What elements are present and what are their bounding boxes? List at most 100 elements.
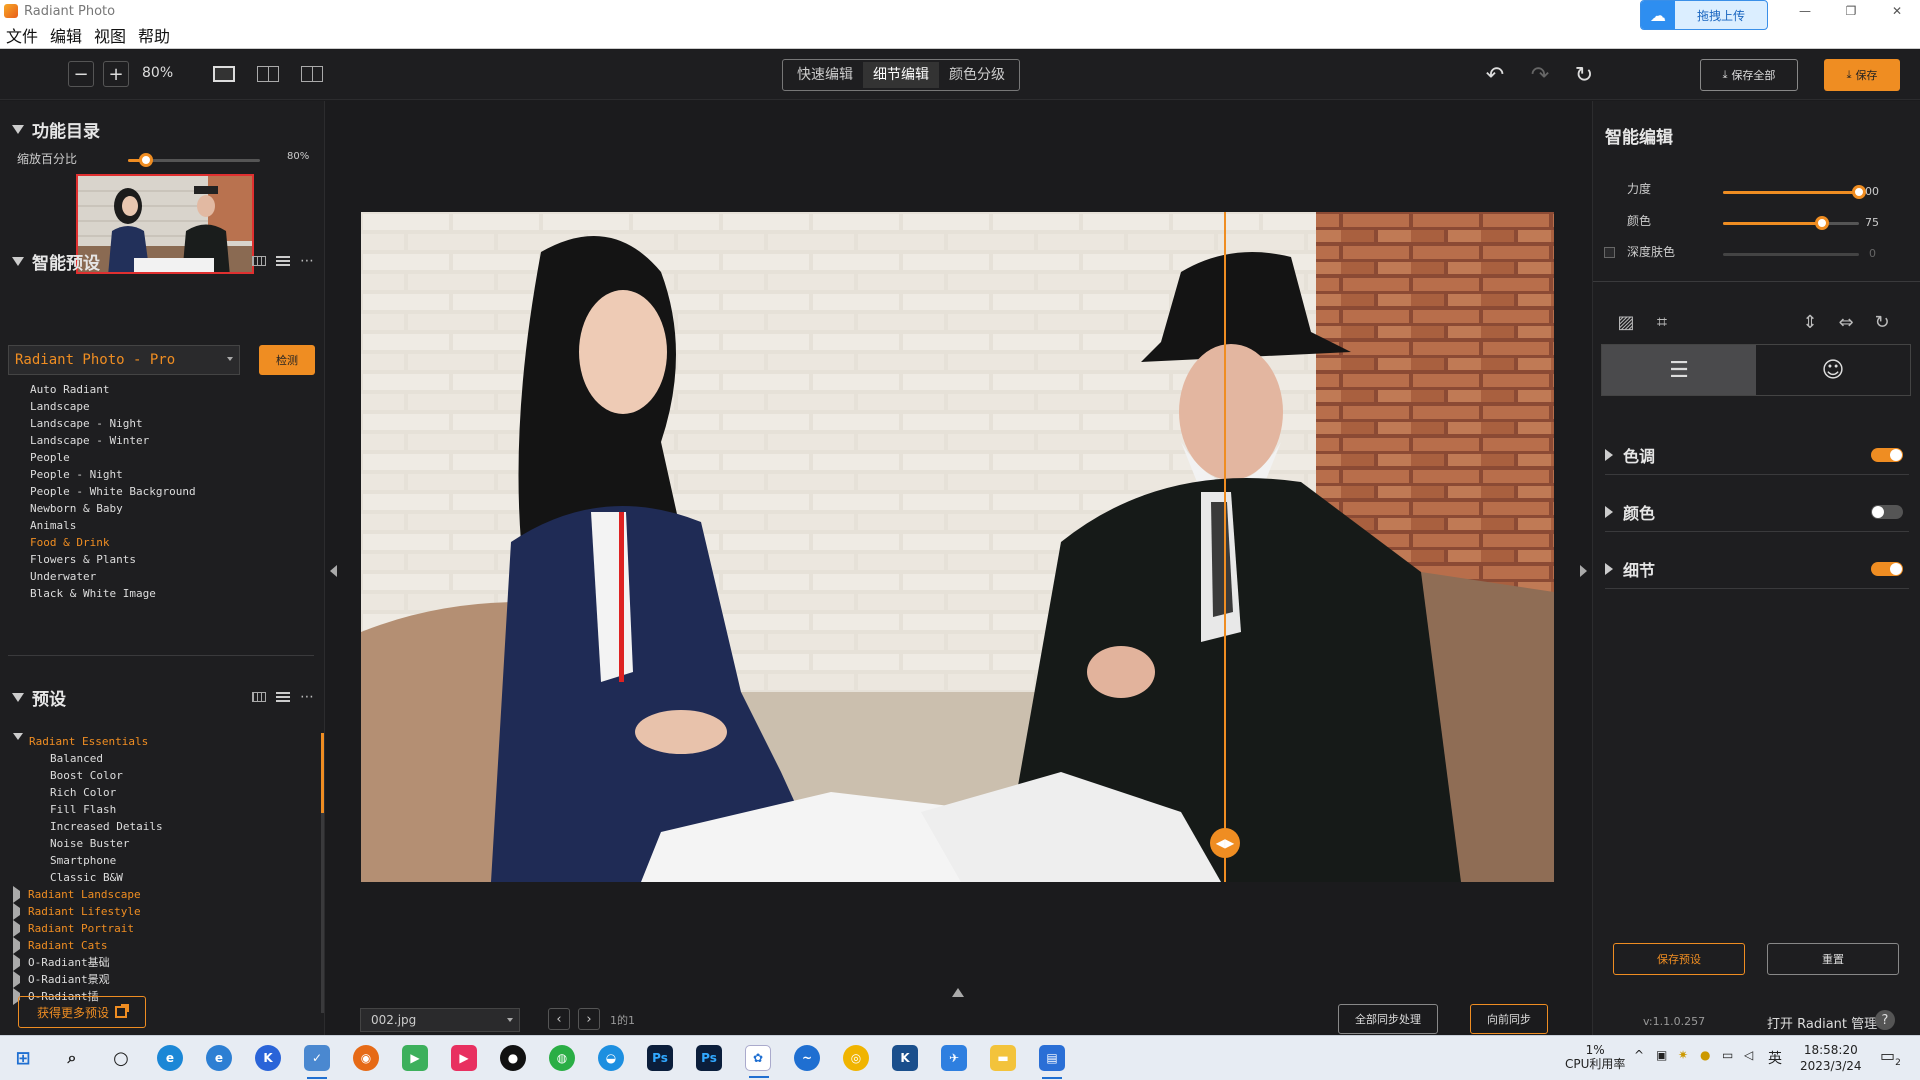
detail-toggle[interactable] xyxy=(1871,561,1903,576)
expand-filmstrip-icon[interactable] xyxy=(952,988,964,997)
single-view-button[interactable] xyxy=(212,63,236,85)
tool-app-icon[interactable]: K xyxy=(892,1045,918,1071)
deep-skin-checkbox[interactable] xyxy=(1604,247,1615,258)
section-color[interactable]: 颜色 xyxy=(1605,492,1909,532)
rotate-icon[interactable]: ↻ xyxy=(1871,311,1893,333)
restore-icon[interactable]: ❐ xyxy=(1828,0,1874,22)
color-toggle[interactable] xyxy=(1871,504,1903,519)
preset-group[interactable]: Radiant Landscape xyxy=(13,886,313,903)
preset-item[interactable]: Rich Color xyxy=(13,784,313,801)
photoshop-icon[interactable]: Ps xyxy=(647,1045,673,1071)
more-options-icon[interactable]: ⋯ xyxy=(300,689,314,705)
reset-button[interactable]: 重置 xyxy=(1767,943,1899,975)
notepad-icon[interactable]: ✓ xyxy=(304,1045,330,1079)
section-tone[interactable]: 色调 xyxy=(1605,435,1909,475)
feishu-icon[interactable]: ✈ xyxy=(941,1045,967,1071)
preset-group[interactable]: O-Radiant景观 xyxy=(13,971,313,988)
smart-preset-item[interactable]: Animals xyxy=(30,517,196,534)
preset-item[interactable]: Fill Flash xyxy=(13,801,313,818)
smart-preset-item[interactable]: Food & Drink xyxy=(30,534,196,551)
prev-image-button[interactable]: ‹ xyxy=(548,1008,570,1030)
zoom-percent-slider[interactable] xyxy=(128,153,260,167)
preset-scrollbar[interactable] xyxy=(321,733,324,1013)
notification-icon[interactable]: ▭2 xyxy=(1880,1046,1901,1068)
side-by-side-view-button[interactable] xyxy=(256,63,280,85)
network-icon[interactable]: ▣ xyxy=(1656,1048,1667,1062)
smart-preset-item[interactable]: Landscape xyxy=(30,398,196,415)
image-icon[interactable]: ▨ xyxy=(1615,311,1637,333)
sync-all-button[interactable]: 全部同步处理 xyxy=(1338,1004,1438,1034)
preset-group[interactable]: O-Radiant基础 xyxy=(13,954,313,971)
k-app-icon[interactable]: K xyxy=(255,1045,281,1071)
color-slider[interactable] xyxy=(1723,216,1859,230)
file-select[interactable]: 002.jpg xyxy=(360,1008,520,1032)
slider-knob[interactable] xyxy=(139,153,154,167)
list-view-icon[interactable] xyxy=(276,256,290,266)
smart-preset-item[interactable]: People xyxy=(30,449,196,466)
deep-skin-slider[interactable] xyxy=(1723,253,1859,256)
menu-file[interactable]: 文件 xyxy=(6,23,38,47)
preset-item[interactable]: Balanced xyxy=(13,750,313,767)
strength-slider[interactable] xyxy=(1723,185,1866,199)
menu-edit[interactable]: 编辑 xyxy=(50,23,82,47)
preset-group[interactable]: Radiant Essentials xyxy=(13,733,313,750)
zoom-in-button[interactable]: + xyxy=(103,61,129,87)
firefox-icon[interactable]: ◉ xyxy=(353,1045,379,1071)
preset-group[interactable]: Radiant Cats xyxy=(13,937,313,954)
smart-preset-item[interactable]: Landscape - Night xyxy=(30,415,196,432)
ie-icon[interactable]: e xyxy=(206,1045,232,1071)
presets-header[interactable]: 预设 xyxy=(12,685,66,710)
tone-toggle[interactable] xyxy=(1871,447,1903,462)
photo-preview[interactable] xyxy=(361,212,1554,882)
section-detail[interactable]: 细节 xyxy=(1605,549,1909,589)
more-options-icon[interactable]: ⋯ xyxy=(300,253,314,269)
smart-preset-item[interactable]: Auto Radiant xyxy=(30,381,196,398)
tab-color-grading[interactable]: 颜色分级 xyxy=(939,62,1015,88)
grid-view-icon[interactable] xyxy=(252,692,266,702)
scrollbar-thumb[interactable] xyxy=(321,733,324,813)
video-app-icon[interactable]: ▶ xyxy=(451,1045,477,1071)
chevron-up-icon[interactable]: ^ xyxy=(1634,1048,1644,1062)
help-icon[interactable]: ? xyxy=(1875,1010,1895,1030)
chrome-icon[interactable]: ◎ xyxy=(843,1045,869,1071)
undo-icon[interactable]: ↶ xyxy=(1482,62,1508,88)
slider-knob[interactable] xyxy=(1815,216,1830,230)
search-icon[interactable]: ⌕ xyxy=(59,1045,85,1071)
smart-preset-select[interactable]: Radiant Photo - Pro xyxy=(8,345,240,375)
detect-button[interactable]: 检测 xyxy=(259,345,315,375)
collapse-right-panel-icon[interactable] xyxy=(1580,565,1587,577)
preset-group[interactable]: Radiant Portrait xyxy=(13,920,313,937)
edge-icon[interactable]: e xyxy=(157,1045,183,1071)
media-player-icon[interactable]: ▶ xyxy=(402,1045,428,1071)
close-icon[interactable]: ✕ xyxy=(1874,0,1920,22)
smart-preset-item[interactable]: People - White Background xyxy=(30,483,196,500)
preset-item[interactable]: Noise Buster xyxy=(13,835,313,852)
photo-thumbnail[interactable] xyxy=(76,174,254,274)
radiant-photo-icon[interactable]: ✿ xyxy=(745,1045,771,1078)
crop-icon[interactable]: ⌗ xyxy=(1651,311,1673,333)
tab-detail-edit[interactable]: 细节编辑 xyxy=(863,62,939,88)
smart-preset-item[interactable]: Black & White Image xyxy=(30,585,196,602)
before-after-divider[interactable] xyxy=(1224,212,1226,882)
save-all-button[interactable]: ⤓ 保存全部 xyxy=(1700,59,1798,91)
compare-handle-icon[interactable]: ◀▶ xyxy=(1210,828,1240,858)
split-view-button[interactable] xyxy=(300,63,324,85)
collapse-left-panel-icon[interactable] xyxy=(330,565,337,577)
preset-group[interactable]: Radiant Lifestyle xyxy=(13,903,313,920)
smart-presets-header[interactable]: 智能预设 xyxy=(12,249,100,274)
preset-item[interactable]: Boost Color xyxy=(13,767,313,784)
flip-vertical-icon[interactable]: ⇕ xyxy=(1799,311,1821,333)
file-explorer-icon[interactable]: ▬ xyxy=(990,1045,1016,1071)
catalog-header[interactable]: 功能目录 xyxy=(12,117,100,142)
photoshop-2-icon[interactable]: Ps xyxy=(696,1045,722,1071)
smart-preset-item[interactable]: Newborn & Baby xyxy=(30,500,196,517)
tab-portrait[interactable]: ☺ xyxy=(1756,345,1910,395)
next-image-button[interactable]: › xyxy=(578,1008,600,1030)
tray-app-icon[interactable]: ✷ xyxy=(1678,1048,1688,1062)
cloud-app-icon[interactable]: ~ xyxy=(794,1045,820,1071)
menu-view[interactable]: 视图 xyxy=(94,23,126,47)
display-icon[interactable]: ▭ xyxy=(1722,1048,1733,1062)
preset-item[interactable]: Smartphone xyxy=(13,852,313,869)
smart-preset-item[interactable]: Landscape - Winter xyxy=(30,432,196,449)
grid-view-icon[interactable] xyxy=(252,256,266,266)
